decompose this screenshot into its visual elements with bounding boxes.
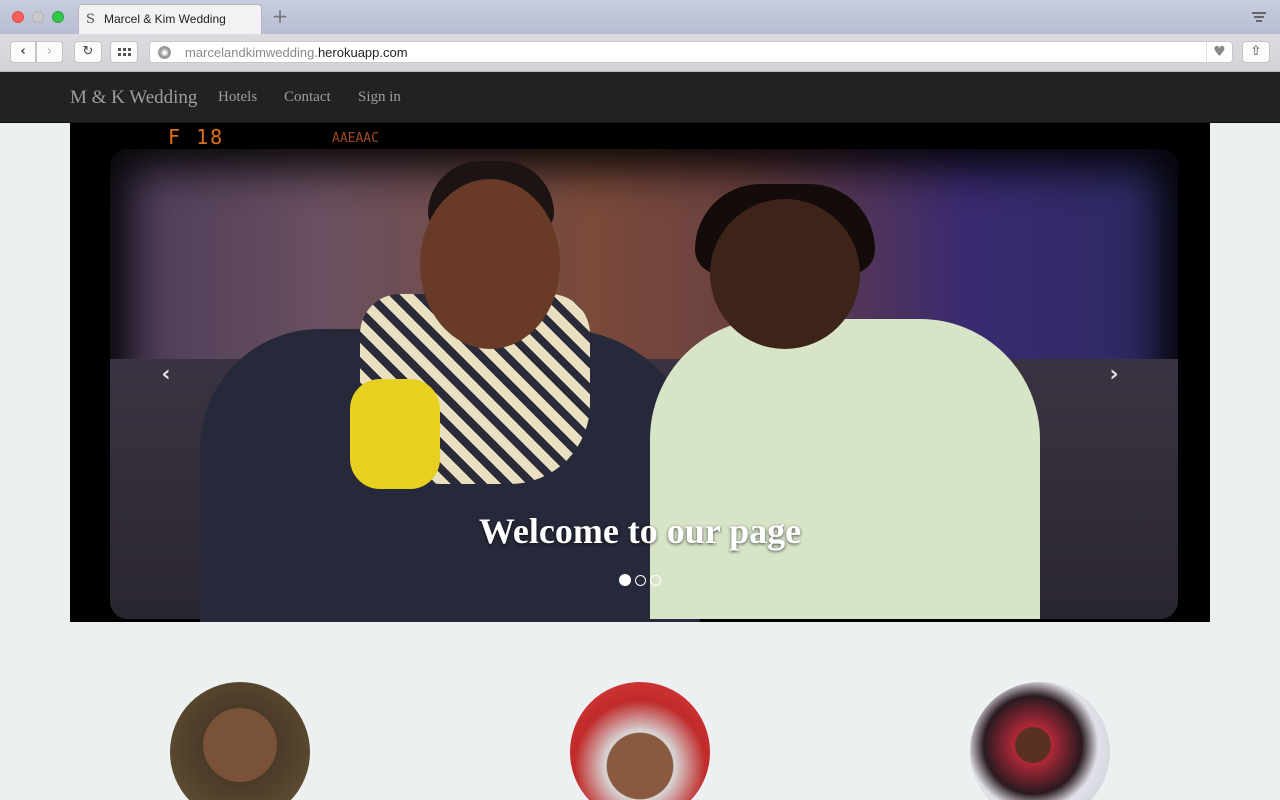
globe-icon: ◉ — [158, 46, 171, 59]
groom-avatar — [170, 682, 310, 800]
hero-carousel: F 18 AAEAAC ‹ › Welcome to our page — [70, 123, 1210, 622]
nav-link-contact[interactable]: Contact — [284, 89, 331, 106]
carousel-indicator-1[interactable] — [619, 574, 631, 586]
nav-link-hotels[interactable]: Hotels — [218, 89, 257, 106]
new-tab-button[interactable]: + — [270, 6, 290, 26]
favicon-icon: S — [86, 12, 95, 27]
minimize-window-button[interactable] — [32, 11, 44, 23]
carousel-prev-icon[interactable]: ‹ — [154, 363, 178, 387]
url-text: marcelandkimwedding.herokuapp.com — [185, 45, 408, 60]
tab-bar: S Marcel & Kim Wedding + — [0, 0, 1280, 34]
top-sites-button[interactable] — [110, 41, 138, 63]
carousel-indicators — [619, 574, 663, 587]
site-navbar: M & K Wedding Hotels Contact Sign in — [0, 72, 1280, 123]
carousel-caption: Welcome to our page — [478, 511, 802, 551]
share-button[interactable]: ⇧ — [1242, 41, 1270, 63]
carousel-next-icon[interactable]: › — [1102, 363, 1126, 387]
bride-avatar — [970, 682, 1110, 800]
close-window-button[interactable] — [12, 11, 24, 23]
brand-link[interactable]: M & K Wedding — [70, 87, 197, 109]
tab-title: Marcel & Kim Wedding — [104, 12, 226, 26]
reload-button[interactable]: ↻ — [74, 41, 102, 63]
heart-icon[interactable]: ♥ — [1206, 41, 1232, 63]
address-bar[interactable]: ◉ marcelandkimwedding.herokuapp.com ♥ — [149, 41, 1233, 63]
browser-tab[interactable]: S Marcel & Kim Wedding — [78, 4, 262, 34]
carousel-indicator-2[interactable] — [635, 575, 646, 586]
film-small-text: AAEAAC — [332, 131, 379, 146]
film-code-text: F 18 — [168, 125, 225, 149]
forward-button[interactable]: › — [36, 41, 63, 63]
browser-chrome: S Marcel & Kim Wedding + ‹ › ↻ ◉ marcela… — [0, 0, 1280, 72]
nav-link-sign-in[interactable]: Sign in — [358, 89, 401, 106]
tab-overview-icon[interactable] — [1252, 10, 1266, 24]
ring-avatar — [570, 682, 710, 800]
carousel-indicator-3[interactable] — [650, 575, 661, 586]
zoom-window-button[interactable] — [52, 11, 64, 23]
back-button[interactable]: ‹ — [10, 41, 36, 63]
